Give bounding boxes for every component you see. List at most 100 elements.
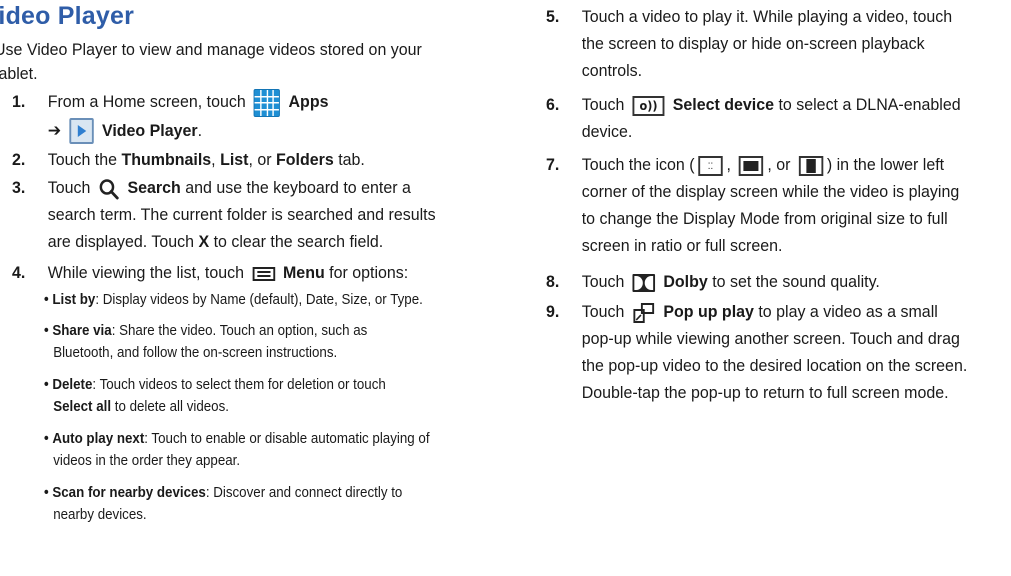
step-text: Touch the icon ( [581,155,695,174]
step-text: to select a DLNA-enabled [778,95,961,114]
option-label: Scan for nearby devices [52,485,206,501]
step-line: are displayed. Touch X to clear the sear… [48,228,480,255]
option-text: nearby devices. [53,507,147,523]
option-text: : Touch to enable or disable automatic p… [144,431,430,447]
bullet: • [44,377,49,393]
menu-icon [252,266,275,281]
apps-grid-icon [253,88,281,117]
clear-x-label: X [198,232,210,251]
option-text: Bluetooth, and follow the on-screen inst… [53,345,338,361]
step-body: From a Home screen, touch Apps ➔ Video P… [48,88,480,145]
step-text: While viewing the list, touch [47,263,245,282]
dolby-icon [632,273,656,292]
step-body: Touch the Thumbnails, List, or Folders t… [48,146,480,173]
popup-play-icon [633,302,656,324]
display-full-ratio-icon [739,155,764,176]
step-text: From a Home screen, touch [47,92,246,111]
step-number: 6. [546,95,560,114]
option-share-via: • Share via: Share the video. Touch an op… [44,320,449,364]
search-icon [99,178,120,200]
step-number: 5. [546,7,560,26]
display-full-screen-icon [798,155,824,176]
step-line: Touch the icon (⁚⁚, , or ) in the lower … [582,151,996,178]
step-line: device. [581,122,633,141]
step-number: 9. [546,302,560,321]
step-line: corner of the display screen while the v… [581,182,960,201]
option-list-by: • List by: Display videos by Name (defaul… [44,289,449,311]
step-body: Touch Search and use the keyboard to ent… [48,174,480,255]
step-text: , or [767,155,791,174]
search-label: Search [127,178,181,197]
step-text: , [211,150,216,169]
step-text: Touch the [47,150,118,169]
step-body: Touch Dolby to set the sound quality. [582,268,996,295]
option-delete: • Delete: Touch videos to select them for… [44,374,449,418]
step-body: Touch the icon (⁚⁚, , or ) in the lower … [582,151,996,259]
list-tab-label: List [220,150,249,169]
select-device-icon: o)) [632,95,665,116]
page-title: Video Player [0,2,135,30]
step-text: tab. [338,150,365,169]
step-text: are displayed. Touch [47,232,195,251]
step-text: Touch [581,272,625,291]
step-number: 3. [12,178,26,197]
step-text: ) in the lower left [826,155,945,174]
option-label: Share via [52,323,112,339]
step-line: From a Home screen, touch Apps [48,88,480,117]
dolby-label: Dolby [663,272,708,291]
step-number: 2. [12,150,26,169]
option-text: : Discover and connect directly to [205,485,403,501]
step-line: search term. The current folder is searc… [47,205,436,224]
step-number: 4. [12,263,26,282]
step-text: Touch [581,302,625,321]
step-line: pop-up while viewing another screen. Tou… [581,329,960,348]
step-line: Touch o)) Select device to select a DLNA… [582,91,996,118]
step-text: to play a video as a small [758,302,938,321]
step-text: , or [248,150,272,169]
option-text: : Display videos by Name (default), Date… [95,292,423,308]
step-text: Touch [581,95,625,114]
menu-label: Menu [282,263,325,282]
video-player-icon [69,118,94,145]
step-text: , [726,155,731,174]
step-line: screen in ratio or full screen. [581,236,783,255]
step-line: the pop-up video to the desired location… [581,356,968,375]
step-line: Touch Pop up play to play a video as a s… [582,298,996,325]
option-auto-play-next: • Auto play next: Touch to enable or disa… [44,428,449,472]
step-line: ➔ Video Player. [48,117,480,145]
step-text: for options: [329,263,409,282]
display-original-size-icon: ⁚⁚ [698,155,723,176]
folders-tab-label: Folders [276,150,334,169]
arrow-icon: ➔ [47,120,62,140]
step-body: Touch o)) Select device to select a DLNA… [582,91,996,145]
bullet: • [44,431,49,447]
step-line: Touch a video to play it. While playing … [581,7,953,26]
step-text: and use the keyboard to enter a [185,178,411,197]
step-text: Touch [47,178,91,197]
video-player-label: Video Player [101,120,198,140]
step-body: While viewing the list, touch Menu for o… [48,259,480,286]
intro-paragraph: Use Video Player to view and manage vide… [0,40,422,83]
option-text: : Share the video. Touch an option, such… [111,323,368,339]
option-text: videos in the order they appear. [53,453,241,469]
step-text: to set the sound quality. [712,272,880,291]
step-line: Double-tap the pop-up to return to full … [581,383,949,402]
step-body: Touch a video to play it. While playing … [582,3,996,84]
option-text: to delete all videos. [111,399,229,415]
select-device-label: Select device [672,95,775,114]
option-scan-devices: • Scan for nearby devices: Discover and c… [44,482,449,526]
bullet: • [44,323,49,339]
popup-play-label: Pop up play [663,302,754,321]
option-label: Auto play next [52,431,145,447]
apps-label: Apps [288,92,329,111]
step-line: controls. [581,61,643,80]
period: . [197,120,203,140]
step-body: Touch Pop up play to play a video as a s… [582,298,996,406]
step-number: 1. [12,92,26,111]
option-label: Delete [52,377,93,393]
step-text: to clear the search field. [213,232,384,251]
step-line: the screen to display or hide on-screen … [581,34,925,53]
thumbnails-tab-label: Thumbnails [121,150,212,169]
select-all-label: Select all [53,399,112,415]
step-number: 8. [546,272,560,291]
